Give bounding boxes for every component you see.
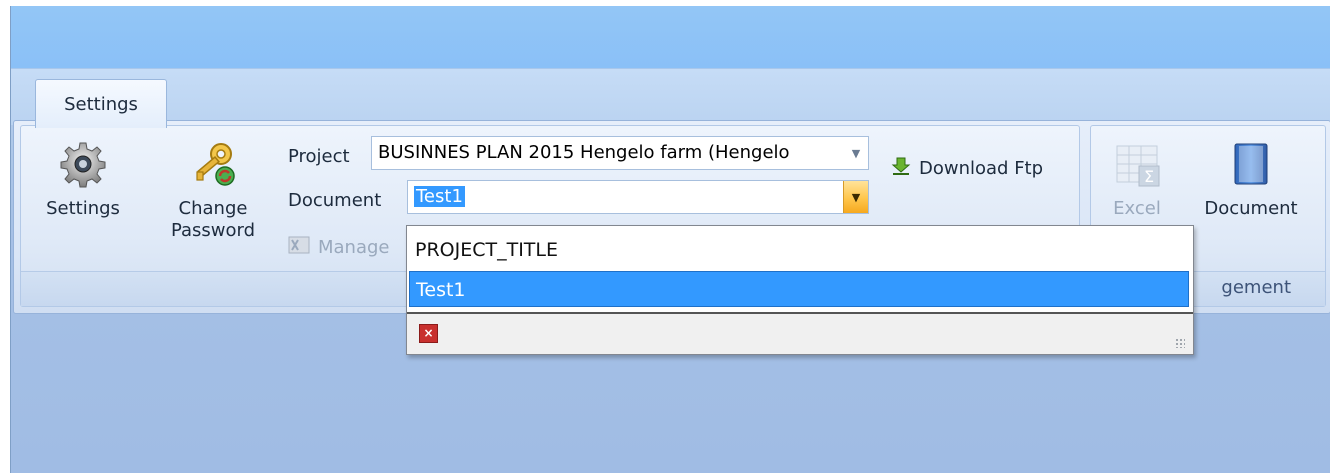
dropdown-footer: × — [407, 312, 1193, 354]
document-combobox-value[interactable]: Test1 — [414, 186, 465, 207]
document-label: Document — [288, 190, 382, 211]
change-password-button[interactable]: Change Password — [161, 134, 265, 242]
settings-button-label: Settings — [46, 198, 120, 219]
excel-export-icon — [288, 236, 310, 259]
document-button-label: Document — [1204, 198, 1298, 219]
list-item-selected[interactable]: Test1 — [409, 271, 1189, 307]
chevron-down-icon[interactable]: ▼ — [843, 181, 868, 213]
project-combobox[interactable]: BUSINNES PLAN 2015 Hengelo farm (Hengelo… — [371, 136, 869, 170]
ribbon-tab-strip: Settings — [11, 68, 1330, 128]
download-arrow-icon — [891, 156, 911, 181]
document-dropdown-list: PROJECT_TITLE Test1 × — [406, 225, 1194, 355]
list-item[interactable]: PROJECT_TITLE — [409, 232, 1189, 268]
change-password-label-line1: Change — [178, 198, 248, 219]
manage-button[interactable]: Manage — [288, 236, 390, 259]
resize-grip-icon[interactable] — [1175, 338, 1185, 348]
spreadsheet-sum-icon: Σ — [1113, 140, 1161, 188]
svg-text:Σ: Σ — [1144, 167, 1154, 186]
project-combobox-value: BUSINNES PLAN 2015 Hengelo farm (Hengelo — [378, 142, 790, 163]
download-ftp-label: Download Ftp — [919, 158, 1044, 179]
settings-button[interactable]: Settings — [43, 134, 123, 220]
tab-settings[interactable]: Settings — [35, 79, 167, 128]
manage-button-label: Manage — [318, 237, 390, 258]
chevron-down-icon[interactable]: ▼ — [844, 137, 868, 169]
change-password-label-line2: Password — [170, 220, 256, 241]
book-icon — [1227, 140, 1275, 188]
gear-icon — [59, 140, 107, 188]
excel-button[interactable]: Σ Excel — [1097, 134, 1177, 220]
key-icon — [189, 140, 237, 188]
project-label: Project — [288, 146, 350, 167]
document-button[interactable]: Document — [1191, 134, 1311, 220]
document-combobox[interactable]: Test1 ▼ — [407, 180, 869, 214]
excel-button-label: Excel — [1113, 198, 1161, 219]
download-ftp-button[interactable]: Download Ftp — [891, 156, 1043, 181]
title-bar — [11, 6, 1330, 68]
close-icon[interactable]: × — [419, 324, 438, 343]
